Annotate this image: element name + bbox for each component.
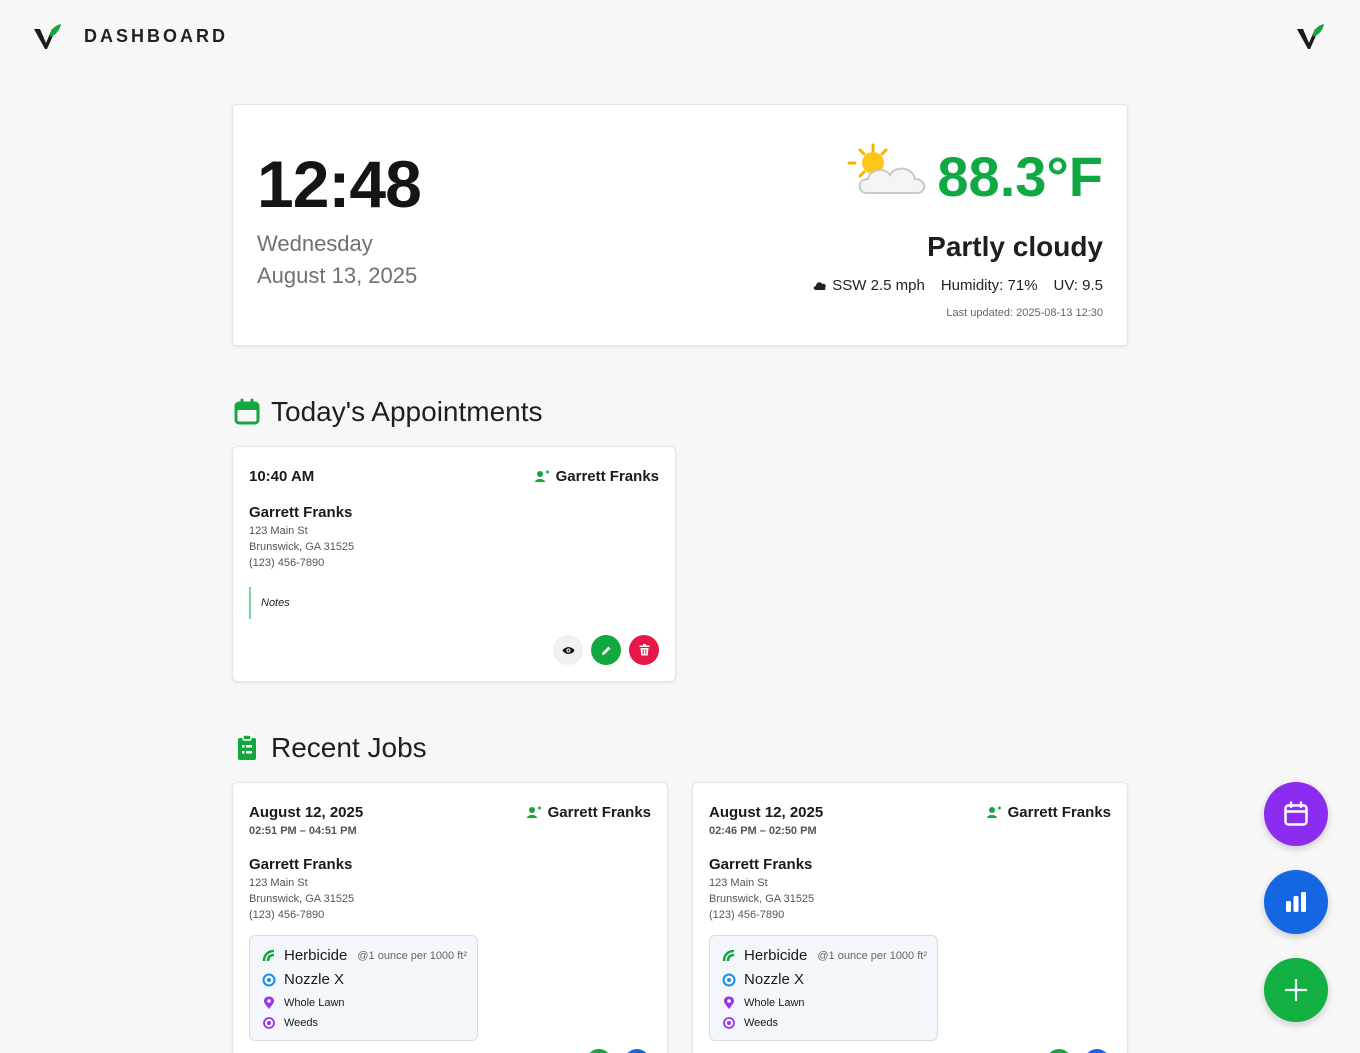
nozzle-icon	[262, 973, 276, 986]
product-name: Herbicide	[284, 947, 348, 964]
spray-icon	[722, 949, 735, 961]
product-row: Herbicide @1 ounce per 1000 ft²	[262, 947, 467, 964]
add-fab-button[interactable]	[1264, 958, 1328, 1022]
target-name: Weeds	[744, 1017, 779, 1029]
customer-name: Garrett Franks	[249, 856, 353, 873]
address-line-1: 123 Main St	[709, 877, 768, 889]
address-line-2: Brunswick, GA 31525	[709, 893, 815, 905]
spray-icon	[262, 949, 275, 961]
wind-text: SSW 2.5 mph	[832, 277, 925, 294]
target-name: Weeds	[284, 1017, 319, 1029]
area-row: Whole Lawn	[722, 996, 805, 1010]
assignee-name: Garrett Franks	[547, 804, 651, 821]
target-row: Weeds	[722, 1016, 778, 1030]
jobs-title: Recent Jobs	[271, 732, 427, 763]
area-name: Whole Lawn	[284, 997, 345, 1009]
job-date: August 12, 2025	[709, 804, 824, 821]
target-row: Weeds	[262, 1016, 318, 1030]
appointment-time: 10:40 AM	[249, 468, 315, 485]
user-assign-icon	[534, 470, 549, 482]
appointment-assignee: Garrett Franks	[534, 468, 659, 485]
logo-icon[interactable]	[32, 23, 62, 51]
trash-icon	[639, 644, 649, 656]
appointment-notes: Notes	[249, 587, 290, 619]
plus-icon	[1285, 979, 1307, 1001]
target-icon	[263, 1017, 275, 1029]
treatment-box: Herbicide @1 ounce per 1000 ft² Nozzle X…	[709, 935, 938, 1041]
page-title: DASHBOARD	[84, 26, 228, 46]
assignee-name: Garrett Franks	[555, 468, 659, 485]
uv-text: UV: 9.5	[1053, 277, 1103, 294]
area-row: Whole Lawn	[262, 996, 345, 1010]
job-time-range: 02:51 PM – 04:51 PM	[249, 825, 357, 837]
nozzle-icon	[722, 973, 736, 986]
edit-button[interactable]	[1046, 1049, 1072, 1053]
details-button[interactable]	[1084, 1049, 1110, 1053]
eye-icon	[562, 646, 574, 654]
address-line-1: 123 Main St	[249, 877, 308, 889]
user-assign-icon	[986, 806, 1001, 818]
assignee-name: Garrett Franks	[1007, 804, 1111, 821]
nozzle-row: Nozzle X	[722, 971, 804, 988]
cloud-icon	[814, 282, 827, 290]
address-line-2: Brunswick, GA 31525	[249, 893, 355, 905]
clipboard-icon	[238, 734, 256, 760]
weather-stats: SSW 2.5 mph Humidity: 71% UV: 9.5	[813, 277, 1103, 294]
job-card[interactable]: August 12, 2025 02:51 PM – 04:51 PM Garr…	[232, 782, 668, 1053]
delete-button[interactable]	[629, 635, 659, 665]
calendar-icon	[234, 398, 260, 425]
application-rate: @1 ounce per 1000 ft²	[357, 949, 467, 962]
clock-time: 12:48	[257, 147, 422, 221]
reports-fab-button[interactable]	[1264, 870, 1328, 934]
view-button[interactable]	[553, 635, 583, 665]
user-assign-icon	[526, 806, 541, 818]
details-button[interactable]	[624, 1049, 650, 1053]
map-pin-icon	[724, 996, 734, 1009]
job-date: August 12, 2025	[249, 804, 364, 821]
nozzle-name: Nozzle X	[284, 971, 345, 988]
clock-date: August 13, 2025	[257, 263, 418, 288]
bar-chart-icon	[1286, 892, 1306, 912]
treatment-box: Herbicide @1 ounce per 1000 ft² Nozzle X…	[249, 935, 478, 1041]
clock-weather-card: 12:48 Wednesday August 13, 2025 88.3°F P…	[232, 104, 1128, 346]
product-row: Herbicide @1 ounce per 1000 ft²	[722, 947, 927, 964]
phone-number: (123) 456-7890	[249, 909, 325, 921]
map-pin-icon	[264, 996, 274, 1009]
phone-number: (123) 456-7890	[709, 909, 785, 921]
partly-cloudy-icon	[847, 143, 926, 194]
address-line-1: 123 Main St	[249, 525, 308, 537]
application-rate: @1 ounce per 1000 ft²	[817, 949, 927, 962]
product-name: Herbicide	[744, 947, 808, 964]
humidity-text: Humidity: 71%	[940, 277, 1038, 294]
area-name: Whole Lawn	[744, 997, 805, 1009]
weather-condition: Partly cloudy	[927, 231, 1103, 262]
job-assignee: Garrett Franks	[986, 804, 1111, 821]
job-card[interactable]: August 12, 2025 02:46 PM – 02:50 PM Garr…	[692, 782, 1128, 1053]
edit-button[interactable]	[591, 635, 621, 665]
calendar-icon	[1284, 801, 1308, 826]
customer-name: Garrett Franks	[709, 856, 813, 873]
appointment-card[interactable]: 10:40 AM Garrett Franks Garrett Franks 1…	[232, 446, 676, 682]
jobs-heading: Recent Jobs	[233, 732, 427, 764]
appointments-title: Today's Appointments	[271, 396, 543, 427]
target-icon	[723, 1017, 735, 1029]
calendar-fab-button[interactable]	[1264, 782, 1328, 846]
nozzle-row: Nozzle X	[262, 971, 344, 988]
app-header: DASHBOARD	[0, 0, 1360, 72]
customer-name: Garrett Franks	[249, 504, 353, 521]
phone-number: (123) 456-7890	[249, 557, 325, 569]
pencil-icon	[601, 646, 610, 655]
job-time-range: 02:46 PM – 02:50 PM	[709, 825, 817, 837]
job-assignee: Garrett Franks	[526, 804, 651, 821]
profile-logo-icon[interactable]	[1295, 23, 1325, 51]
clock-weekday: Wednesday	[257, 231, 373, 256]
nozzle-name: Nozzle X	[744, 971, 805, 988]
last-updated: Last updated: 2025-08-13 12:30	[946, 307, 1103, 319]
wind-stat: SSW 2.5 mph	[813, 277, 925, 294]
address-line-2: Brunswick, GA 31525	[249, 541, 355, 553]
appointments-heading: Today's Appointments	[233, 396, 543, 428]
edit-button[interactable]	[586, 1049, 612, 1053]
temperature-value: 88.3°F	[937, 145, 1103, 208]
